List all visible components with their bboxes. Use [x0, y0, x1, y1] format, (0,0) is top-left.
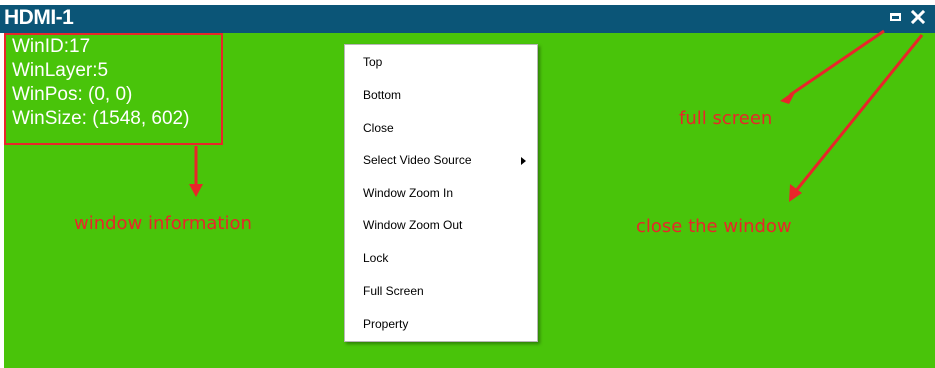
- full-screen-arrow-icon: [780, 29, 885, 104]
- down-arrow-icon: [189, 146, 203, 197]
- close-window-arrow-icon: [789, 34, 924, 202]
- annotation-arrows: [189, 29, 924, 202]
- screenshot-stage: HDMI-1 WinID:17 WinLayer:5 WinPos: (0, 0…: [0, 0, 935, 368]
